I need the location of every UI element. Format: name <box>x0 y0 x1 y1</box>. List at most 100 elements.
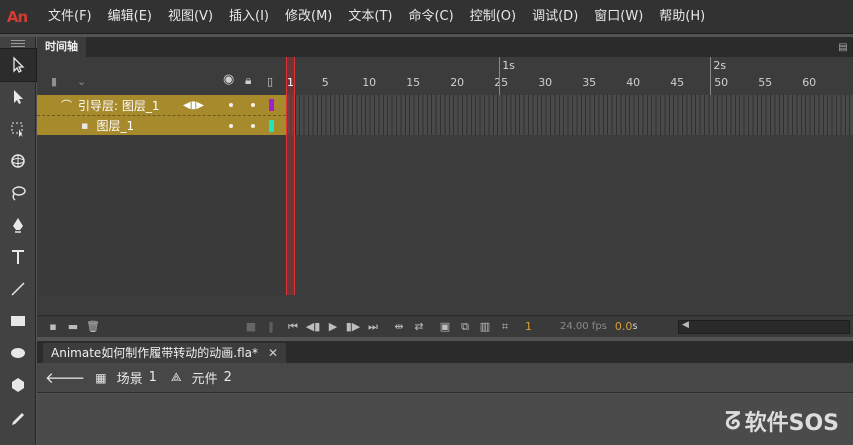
subselection-tool-icon[interactable] <box>0 81 36 113</box>
close-icon[interactable]: ✕ <box>268 346 278 360</box>
play-icon[interactable]: ▶ <box>323 317 343 337</box>
frame-grid[interactable] <box>286 95 853 135</box>
second-marker-label: 2s <box>713 59 727 72</box>
menu-window[interactable]: 窗口(W) <box>586 0 651 34</box>
menu-debug[interactable]: 调试(D) <box>524 0 586 34</box>
menu-text[interactable]: 文本(T) <box>340 0 400 34</box>
separator-icon: ‖ <box>268 320 274 333</box>
menu-file[interactable]: 文件(F) <box>40 0 100 34</box>
onion-skin-icon[interactable]: ▣ <box>435 317 455 337</box>
layer-header: ▮ ⌄ ◉ 🔒︎ ▯ <box>37 57 286 95</box>
pencil-tool-icon[interactable] <box>0 401 36 433</box>
free-transform-tool-icon[interactable] <box>0 113 36 145</box>
frames-area[interactable]: 5 10 15 20 25 30 35 40 45 50 55 60 1s 2s 1 <box>286 57 853 295</box>
new-layer-icon[interactable]: ▪ <box>43 317 63 337</box>
panel-menu-icon[interactable]: ▤ <box>833 37 853 57</box>
current-frame[interactable]: 1 <box>525 320 532 333</box>
menu-control[interactable]: 控制(O) <box>462 0 524 34</box>
playhead-frame-label: 1 <box>287 76 294 89</box>
menu-commands[interactable]: 命令(C) <box>400 0 461 34</box>
selection-tool-icon[interactable] <box>0 48 37 82</box>
layer-sort-icon: ⌄ <box>77 75 87 88</box>
outline-icon[interactable]: ▯ <box>267 75 273 88</box>
rectangle-tool-icon[interactable] <box>0 305 36 337</box>
playhead[interactable] <box>286 57 295 295</box>
line-tool-icon[interactable] <box>0 273 36 305</box>
camera-icon[interactable]: ■ <box>241 317 261 337</box>
second-marker-line <box>710 57 712 95</box>
second-marker-line <box>499 57 501 95</box>
text-tool-icon[interactable] <box>0 241 36 273</box>
lock-dot[interactable] <box>251 103 255 107</box>
menu-view[interactable]: 视图(V) <box>160 0 221 34</box>
toolbar-grip[interactable] <box>0 37 35 49</box>
delete-layer-icon[interactable]: 🗑︎ <box>83 317 103 337</box>
menu-modify[interactable]: 修改(M) <box>277 0 340 34</box>
document-tab[interactable]: Animate如何制作履带转动的动画.fla* ✕ <box>43 343 287 363</box>
second-marker-label: 1s <box>502 59 515 72</box>
new-folder-icon[interactable]: ▬ <box>63 317 83 337</box>
menu-insert[interactable]: 插入(I) <box>221 0 277 34</box>
timeline-controls: ▪ ▬ 🗑︎ ■ ‖ ⏮︎ ◀▮ ▶ ▮▶ ⏭︎ ⇹ ⇄ ▣ ⧉ ▥ ⌗ 1 2… <box>37 315 853 337</box>
document-tabbar: Animate如何制作履带转动的动画.fla* ✕ <box>37 341 853 363</box>
frame-tick-label: 40 <box>626 76 641 89</box>
frame-tick-label: 45 <box>670 76 685 89</box>
loop-icon[interactable]: ⇄ <box>409 317 429 337</box>
polystar-tool-icon[interactable] <box>0 369 36 401</box>
breadcrumb-symbol-number[interactable]: 2 <box>224 370 232 385</box>
layer-normal[interactable]: ▪ 图层_1 <box>37 115 286 135</box>
layer-name: 引导层: 图层_1 <box>78 98 160 113</box>
breadcrumb-scene[interactable]: 场景 <box>117 368 143 387</box>
visibility-dot[interactable] <box>229 124 233 128</box>
onion-markers-icon[interactable]: ⌗ <box>495 317 515 337</box>
keyframe-nav-icon[interactable]: ◀▮▶ <box>183 100 204 111</box>
first-frame-icon[interactable]: ⏮︎ <box>283 317 303 337</box>
edit-multiple-icon[interactable]: ▥ <box>475 317 495 337</box>
frame-tick-label: 10 <box>362 76 377 89</box>
menu-help[interactable]: 帮助(H) <box>651 0 713 34</box>
frame-tick-label: 50 <box>714 76 729 89</box>
step-back-icon[interactable]: ◀▮ <box>303 317 323 337</box>
frame-tick-label: 60 <box>802 76 817 89</box>
eye-icon[interactable]: ◉ <box>223 72 234 87</box>
timeline-scrollbar[interactable]: ◀ <box>678 320 850 334</box>
scene-clapper-icon: ▦ <box>95 370 107 385</box>
center-frame-icon[interactable]: ⇹ <box>389 317 409 337</box>
tools-panel <box>0 37 37 445</box>
breadcrumb-symbol[interactable]: 元件 <box>192 368 218 387</box>
menu-edit[interactable]: 编辑(E) <box>100 0 160 34</box>
step-forward-icon[interactable]: ▮▶ <box>343 317 363 337</box>
document-tab-label: Animate如何制作履带转动的动画.fla* <box>51 346 259 360</box>
elapsed-time[interactable]: 0.0 <box>615 320 633 333</box>
layer-guide[interactable]: ⌒ 引导层: 图层_1 ◀▮▶ <box>37 95 286 115</box>
lock-dot[interactable] <box>251 124 255 128</box>
watermark-text: 软件SOS <box>744 411 839 436</box>
timeline-panel: 时间轴 ▤ ▮ ⌄ ◉ 🔒︎ ▯ ⌒ 引导层: 图层_1 ◀▮▶ ▪ 图层_1 … <box>37 37 853 337</box>
frame-tick-label: 20 <box>450 76 465 89</box>
frame-tick-label: 5 <box>321 76 329 89</box>
oval-tool-icon[interactable] <box>0 337 36 369</box>
frame-tick-label: 30 <box>538 76 553 89</box>
frame-tick-label: 25 <box>494 76 509 89</box>
layer-color-swatch[interactable] <box>269 120 274 132</box>
3d-rotation-tool-icon[interactable] <box>0 145 36 177</box>
frame-tick-label: 55 <box>758 76 773 89</box>
frame-rate[interactable]: 24.00 fps <box>560 321 607 332</box>
breadcrumb-scene-number[interactable]: 1 <box>149 370 157 385</box>
layer-color-swatch[interactable] <box>269 99 274 111</box>
app-logo: An <box>6 7 28 26</box>
layer-name: 图层_1 <box>96 119 135 133</box>
visibility-dot[interactable] <box>229 103 233 107</box>
onion-outline-icon[interactable]: ⧉ <box>455 317 475 337</box>
back-arrow-icon[interactable]: 🡐 <box>45 368 85 387</box>
tab-timeline[interactable]: 时间轴 <box>37 37 86 57</box>
frame-tick-label: 15 <box>406 76 421 89</box>
lock-icon[interactable]: 🔒︎ <box>245 73 251 88</box>
menu-bar: An 文件(F) 编辑(E) 视图(V) 插入(I) 修改(M) 文本(T) 命… <box>0 0 853 34</box>
edit-bar: 🡐 ▦ 场景 1 ⟁ 元件 2 <box>37 363 853 393</box>
frame-tick-label: 35 <box>582 76 597 89</box>
pen-tool-icon[interactable] <box>0 209 36 241</box>
lasso-tool-icon[interactable] <box>0 177 36 209</box>
last-frame-icon[interactable]: ⏭︎ <box>363 317 383 337</box>
frame-ruler[interactable]: 5 10 15 20 25 30 35 40 45 50 55 60 1s 2s <box>286 57 853 95</box>
